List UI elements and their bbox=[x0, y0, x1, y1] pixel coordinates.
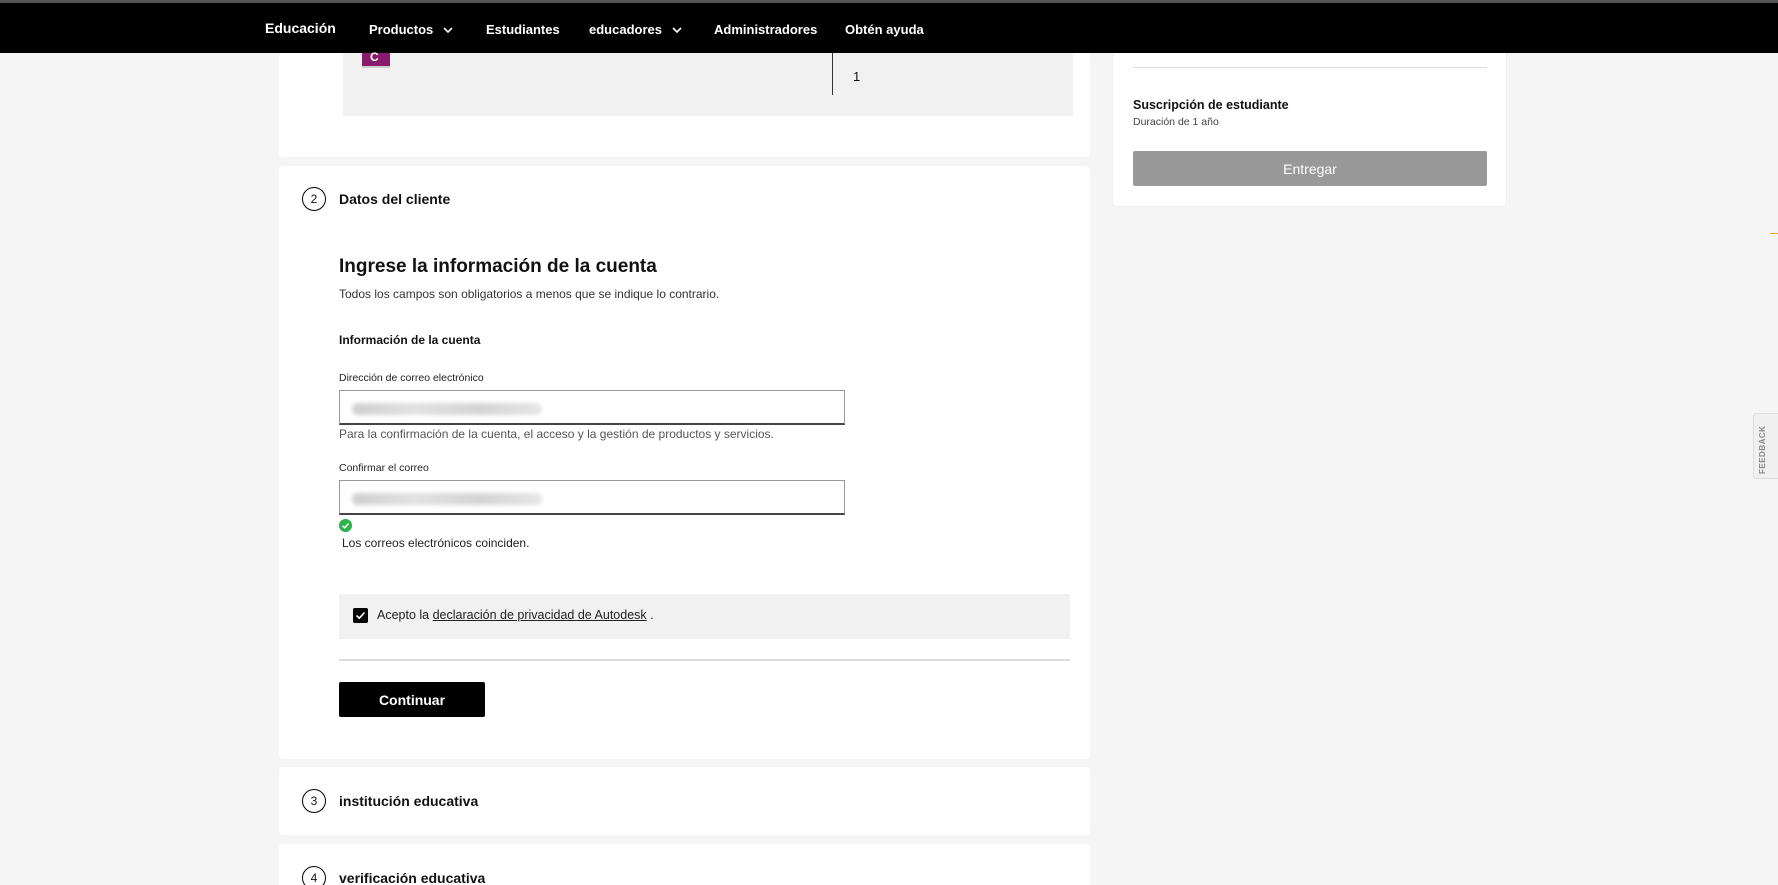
nav-obten-ayuda[interactable]: Obtén ayuda bbox=[845, 22, 924, 37]
consent-text: Acepto la declaración de privacidad de A… bbox=[377, 608, 654, 622]
subscription-title: Suscripción de estudiante bbox=[1133, 98, 1289, 112]
nav-productos-label: Productos bbox=[369, 22, 434, 37]
email-field[interactable] bbox=[339, 390, 845, 425]
step-title[interactable]: verificación educativa bbox=[339, 870, 485, 885]
nav-estudiantes-label: Estudiantes bbox=[486, 22, 560, 37]
email-label: Dirección de correo electrónico bbox=[339, 372, 484, 384]
chevron-down-icon bbox=[443, 26, 453, 33]
product-quantity: 1 bbox=[853, 69, 861, 84]
feedback-tab[interactable]: FEEDBACK bbox=[1753, 413, 1778, 479]
form-divider bbox=[339, 659, 1070, 661]
email-match-message: Los correos electrónicos coinciden. bbox=[342, 536, 530, 550]
nav-administradores-label: Administradores bbox=[714, 22, 818, 37]
form-subheading: Todos los campos son obligatorios a meno… bbox=[339, 287, 720, 301]
product-row bbox=[343, 53, 1073, 116]
feedback-label: FEEDBACK bbox=[1758, 425, 1767, 474]
continue-button[interactable]: Continuar bbox=[339, 682, 485, 717]
consent-suffix: . bbox=[650, 608, 654, 622]
nav-educadores-label: educadores bbox=[589, 22, 662, 37]
step-title[interactable]: institución educativa bbox=[339, 793, 478, 809]
check-circle-icon bbox=[339, 519, 352, 532]
brand-link[interactable]: Educación bbox=[265, 20, 336, 36]
step-title[interactable]: Datos del cliente bbox=[339, 191, 450, 207]
nav-estudiantes[interactable]: Estudiantes bbox=[486, 22, 560, 37]
submit-button[interactable]: Entregar bbox=[1133, 151, 1487, 186]
quantity-divider bbox=[832, 53, 833, 95]
nav-educadores[interactable]: educadores bbox=[589, 22, 683, 37]
step-number-badge: 2 bbox=[302, 187, 326, 211]
chevron-down-icon bbox=[672, 26, 682, 33]
subscription-duration: Duración de 1 año bbox=[1133, 116, 1219, 128]
privacy-consent: Acepto la declaración de privacidad de A… bbox=[339, 594, 1070, 639]
nav-productos[interactable]: Productos bbox=[369, 22, 454, 37]
top-nav-bar: Educación Productos Estudiantes educador… bbox=[0, 0, 1778, 53]
step-number-badge: 4 bbox=[302, 866, 326, 885]
form-heading: Ingrese la información de la cuenta bbox=[339, 256, 657, 277]
confirm-email-value-redacted bbox=[352, 493, 542, 505]
consent-prefix: Acepto la bbox=[377, 608, 430, 622]
privacy-checkbox[interactable] bbox=[353, 608, 368, 623]
nav-obten-ayuda-label: Obtén ayuda bbox=[845, 22, 924, 37]
email-value-redacted bbox=[352, 403, 542, 415]
email-hint: Para la confirmación de la cuenta, el ac… bbox=[339, 427, 774, 441]
summary-divider bbox=[1133, 67, 1487, 68]
section-title: Información de la cuenta bbox=[339, 333, 481, 347]
step-number-badge: 3 bbox=[302, 789, 326, 813]
privacy-policy-link[interactable]: declaración de privacidad de Autodesk bbox=[433, 608, 647, 622]
scroll-marker bbox=[1770, 233, 1778, 234]
confirm-email-label: Confirmar el correo bbox=[339, 462, 429, 474]
confirm-email-field[interactable] bbox=[339, 480, 845, 515]
product-app-icon: C bbox=[362, 50, 390, 68]
nav-administradores[interactable]: Administradores bbox=[714, 22, 817, 37]
